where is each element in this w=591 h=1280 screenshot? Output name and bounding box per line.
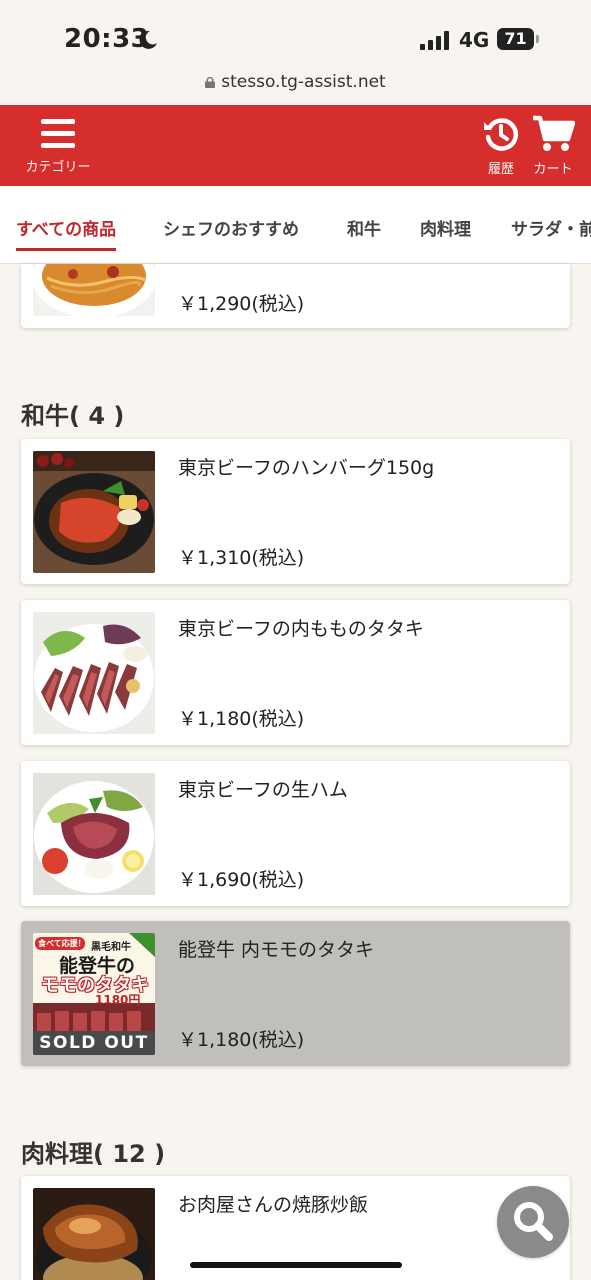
history-label: 履歴 [487,162,514,177]
status-time: 20:33 [64,24,150,54]
home-indicator [190,1262,402,1268]
address-bar[interactable]: stesso.tg-assist.net [0,72,591,92]
sold-out-badge: SOLD OUT [33,1031,155,1055]
menu-item-card[interactable]: ￥1,290(税込) [21,264,570,328]
item-price: ￥1,290(税込) [178,293,305,315]
tab-meat-dishes[interactable]: 肉料理 [420,215,471,240]
item-name: 東京ビーフの生ハム [178,779,348,801]
search-button[interactable] [497,1186,569,1258]
item-price: ￥1,180(税込) [178,708,305,730]
hamburg-steak-photo [33,451,155,573]
menu-item-card[interactable]: 東京ビーフの生ハム ￥1,690(税込) [21,761,570,906]
section-title-meat-dishes: 肉料理( 12 ) [21,1140,166,1168]
tab-all-items[interactable]: すべての商品 [16,215,117,251]
battery-indicator: 71 [497,28,534,50]
char-siu-fried-rice-photo [33,1188,155,1280]
beef-prosciutto-photo [33,773,155,895]
item-name: 東京ビーフの内もものタタキ [178,618,424,640]
menu-item-card-sold-out[interactable]: 食べて応援！ 黒毛和牛 能登牛の モモのタタキ 1180円 SOLD OUT 能… [21,921,570,1066]
app-header: カテゴリー 履歴 カート [0,105,591,186]
category-menu-label: カテゴリー [25,160,91,175]
signal-icon [420,30,450,50]
item-name: 東京ビーフのハンバーグ150g [178,457,435,479]
poster-tag: 食べて応援！ [38,939,86,948]
battery-cap [536,35,539,43]
menu-item-card[interactable]: 東京ビーフの内もものタタキ ￥1,180(税込) [21,600,570,745]
cart-button[interactable]: カート [528,115,578,177]
category-tabs: すべての商品 シェフのおすすめ 和牛 肉料理 サラダ・前 [0,186,591,264]
item-price: ￥1,690(税込) [178,869,305,891]
search-icon [514,1202,553,1241]
history-icon [484,118,518,151]
item-name: お肉屋さんの焼豚炒飯 [178,1194,369,1216]
category-menu-button[interactable]: カテゴリー [20,119,96,179]
item-price: ￥1,310(税込) [178,547,305,569]
beef-tataki-photo [33,612,155,734]
tab-wagyu[interactable]: 和牛 [347,215,381,240]
status-bar: 20:33 4G 71 [0,0,591,70]
section-title-wagyu: 和牛( 4 ) [21,402,125,430]
hamburger-menu-icon [41,119,75,149]
network-type: 4G [459,28,490,52]
noto-beef-poster: 食べて応援！ 黒毛和牛 能登牛の モモのタタキ 1180円 SOLD OUT [33,933,155,1055]
url-text: stesso.tg-assist.net [221,72,386,92]
tab-chef-recommend[interactable]: シェフのおすすめ [163,215,299,240]
pasta-photo [33,264,155,316]
moon-icon [139,30,157,49]
poster-price: 1180円 [95,993,141,1007]
history-button[interactable]: 履歴 [478,115,524,177]
cart-label: カート [533,162,573,177]
menu-item-card[interactable]: 東京ビーフのハンバーグ150g ￥1,310(税込) [21,439,570,584]
item-price: ￥1,180(税込) [178,1029,305,1051]
lock-icon [205,77,216,88]
cart-icon [533,115,576,151]
item-name: 能登牛 内モモのタタキ [178,939,375,961]
tab-salad[interactable]: サラダ・前 [511,215,591,240]
